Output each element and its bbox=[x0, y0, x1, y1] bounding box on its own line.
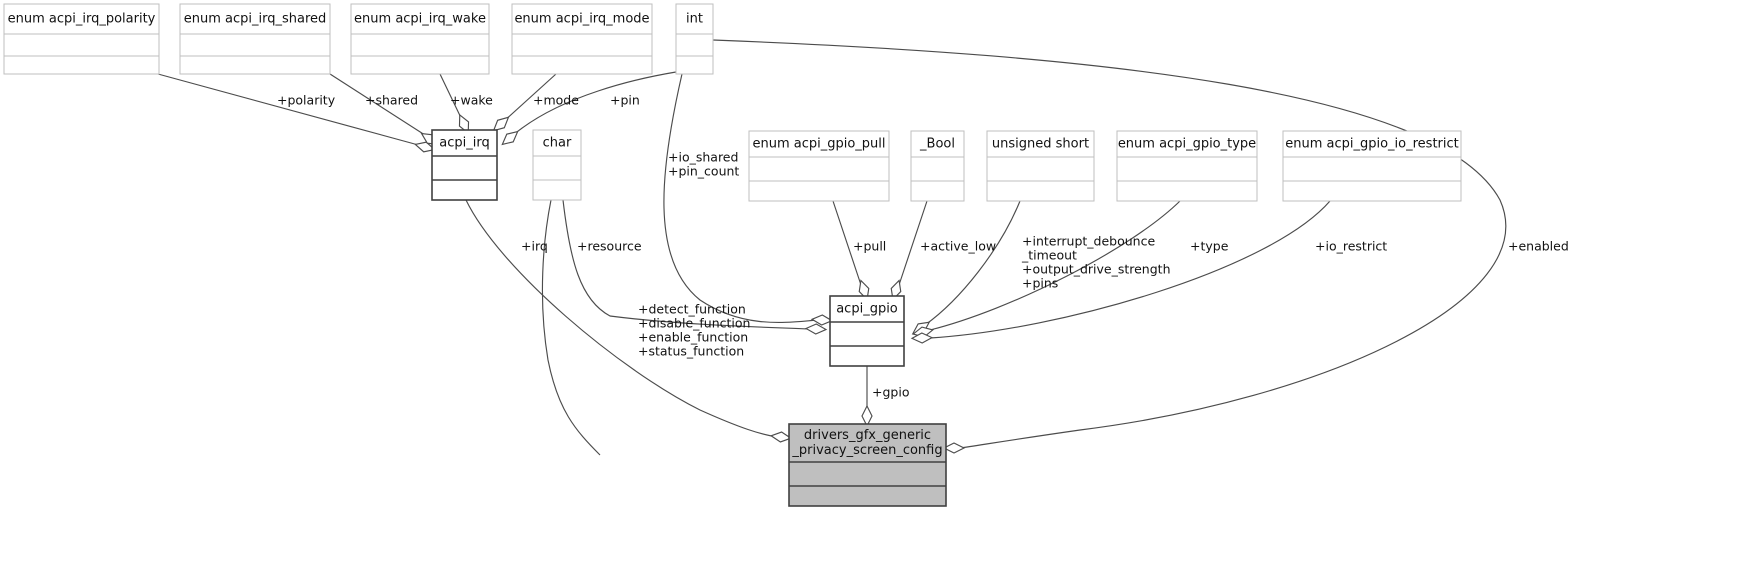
edge-label-unsigned_short_group: +output_drive_strength bbox=[1022, 262, 1171, 277]
class-node-acpi_gpio[interactable]: acpi_gpio bbox=[829, 295, 905, 367]
edge-label-resource: +resource bbox=[577, 239, 642, 254]
class-node-int[interactable]: int bbox=[675, 3, 714, 75]
edge-label-group-wake: +wake bbox=[450, 93, 493, 108]
edge-label-group-unsigned_short_group: +interrupt_debounce_timeout+output_drive… bbox=[1021, 234, 1171, 291]
class-title-privacy_screen_config: _privacy_screen_config bbox=[791, 443, 942, 458]
class-title-privacy_screen_config: drivers_gfx_generic bbox=[804, 428, 931, 443]
class-node-acpi_irq_wake[interactable]: enum acpi_irq_wake bbox=[350, 3, 490, 75]
uml-collaboration-diagram: enum acpi_irq_polarity enum acpi_irq_shar… bbox=[0, 0, 1740, 567]
class-title-acpi_irq: acpi_irq bbox=[439, 136, 489, 151]
edge-label-functions: +enable_function bbox=[638, 330, 748, 345]
class-title-acpi_gpio_pull: enum acpi_gpio_pull bbox=[752, 137, 885, 152]
edge-label-group-mode: +mode bbox=[533, 93, 579, 108]
aggregation-diamond-functions bbox=[804, 323, 828, 335]
aggregation-diamond-gpio bbox=[861, 404, 873, 428]
edge-label-functions: +status_function bbox=[638, 344, 744, 359]
class-title-acpi_irq_wake: enum acpi_irq_wake bbox=[354, 12, 486, 27]
class-node-acpi_irq_polarity[interactable]: enum acpi_irq_polarity bbox=[3, 3, 160, 75]
edge-line-polarity bbox=[157, 73, 423, 147]
diagram-canvas: enum acpi_irq_polarity enum acpi_irq_shar… bbox=[3, 3, 1569, 507]
edge-label-irq: +irq bbox=[521, 239, 548, 254]
edge-label-active_low: +active_low bbox=[920, 239, 996, 254]
edge-label-wake: +wake bbox=[450, 93, 493, 108]
class-node-char[interactable]: char bbox=[532, 129, 582, 201]
edge-line-unsigned_short_group bbox=[924, 200, 1021, 326]
class-node-acpi_gpio_type[interactable]: enum acpi_gpio_type bbox=[1116, 130, 1258, 202]
edge-label-io_restrict: +io_restrict bbox=[1315, 239, 1387, 254]
edge-pin bbox=[501, 71, 677, 146]
class-node-bool[interactable]: _Bool bbox=[910, 130, 965, 202]
class-title-acpi_gpio: acpi_gpio bbox=[836, 302, 898, 317]
edge-label-group-active_low: +active_low bbox=[920, 239, 996, 254]
edge-label-group-enabled: +enabled bbox=[1508, 239, 1569, 254]
edge-label-group-pull: +pull bbox=[853, 239, 886, 254]
edge-label-enabled: +enabled bbox=[1508, 239, 1569, 254]
edges-layer bbox=[157, 39, 1507, 456]
edge-label-shared: +shared bbox=[365, 93, 418, 108]
class-node-acpi_irq_mode[interactable]: enum acpi_irq_mode bbox=[511, 3, 653, 75]
edge-label-io_shared_pin_count: +pin_count bbox=[668, 164, 739, 179]
edge-label-pull: +pull bbox=[853, 239, 886, 254]
aggregation-diamond-enabled bbox=[942, 442, 966, 454]
edge-label-unsigned_short_group: +interrupt_debounce bbox=[1022, 234, 1155, 249]
class-title-bool: _Bool bbox=[919, 137, 955, 152]
edge-label-functions: +detect_function bbox=[638, 302, 746, 317]
edge-shared bbox=[329, 73, 440, 146]
edge-label-mode: +mode bbox=[533, 93, 579, 108]
class-title-acpi_irq_mode: enum acpi_irq_mode bbox=[514, 12, 649, 27]
edge-label-functions: +disable_function bbox=[638, 316, 750, 331]
edge-label-group-io_restrict: +io_restrict bbox=[1315, 239, 1387, 254]
edge-label-polarity: +polarity bbox=[277, 93, 336, 108]
edge-label-group-functions: +detect_function+disable_function+enable… bbox=[638, 302, 750, 359]
class-title-char: char bbox=[543, 136, 572, 151]
edge-label-gpio: +gpio bbox=[872, 385, 909, 400]
class-title-acpi_irq_polarity: enum acpi_irq_polarity bbox=[8, 12, 156, 27]
edge-label-group-resource: +resource bbox=[577, 239, 642, 254]
edge-label-io_shared_pin_count: +io_shared bbox=[668, 150, 738, 165]
edge-label-group-polarity: +polarity bbox=[277, 93, 336, 108]
edge-label-group-pin: +pin bbox=[610, 93, 640, 108]
edge-gpio bbox=[861, 366, 873, 428]
edge-label-group-io_shared_pin_count: +io_shared+pin_count bbox=[668, 150, 739, 179]
edge-label-group-shared: +shared bbox=[365, 93, 418, 108]
class-node-acpi_irq[interactable]: acpi_irq bbox=[431, 129, 498, 201]
class-node-acpi_irq_shared[interactable]: enum acpi_irq_shared bbox=[179, 3, 331, 75]
edge-unsigned_short_group bbox=[911, 200, 1021, 335]
class-node-acpi_gpio_io_restrict[interactable]: enum acpi_gpio_io_restrict bbox=[1282, 130, 1462, 202]
edge-label-type: +type bbox=[1190, 239, 1229, 254]
edge-label-group-gpio: +gpio bbox=[872, 385, 909, 400]
edge-label-group-irq: +irq bbox=[521, 239, 548, 254]
edge-label-unsigned_short_group: +pins bbox=[1022, 276, 1058, 291]
class-title-int: int bbox=[686, 12, 703, 27]
class-title-unsigned_short: unsigned short bbox=[992, 137, 1089, 152]
edge-label-pin: +pin bbox=[610, 93, 640, 108]
class-node-acpi_gpio_pull[interactable]: enum acpi_gpio_pull bbox=[748, 130, 890, 202]
class-title-acpi_gpio_type: enum acpi_gpio_type bbox=[1118, 137, 1256, 152]
class-node-unsigned_short[interactable]: unsigned short bbox=[986, 130, 1095, 202]
class-node-privacy_screen_config[interactable]: drivers_gfx_generic_privacy_screen_confi… bbox=[788, 423, 947, 507]
edge-label-group-type: +type bbox=[1190, 239, 1229, 254]
nodes-layer: enum acpi_irq_polarity enum acpi_irq_shar… bbox=[3, 3, 1462, 507]
edge-label-unsigned_short_group: _timeout bbox=[1021, 248, 1077, 263]
class-title-acpi_gpio_io_restrict: enum acpi_gpio_io_restrict bbox=[1285, 137, 1459, 152]
class-title-acpi_irq_shared: enum acpi_irq_shared bbox=[184, 12, 327, 27]
edge-polarity bbox=[157, 73, 436, 153]
